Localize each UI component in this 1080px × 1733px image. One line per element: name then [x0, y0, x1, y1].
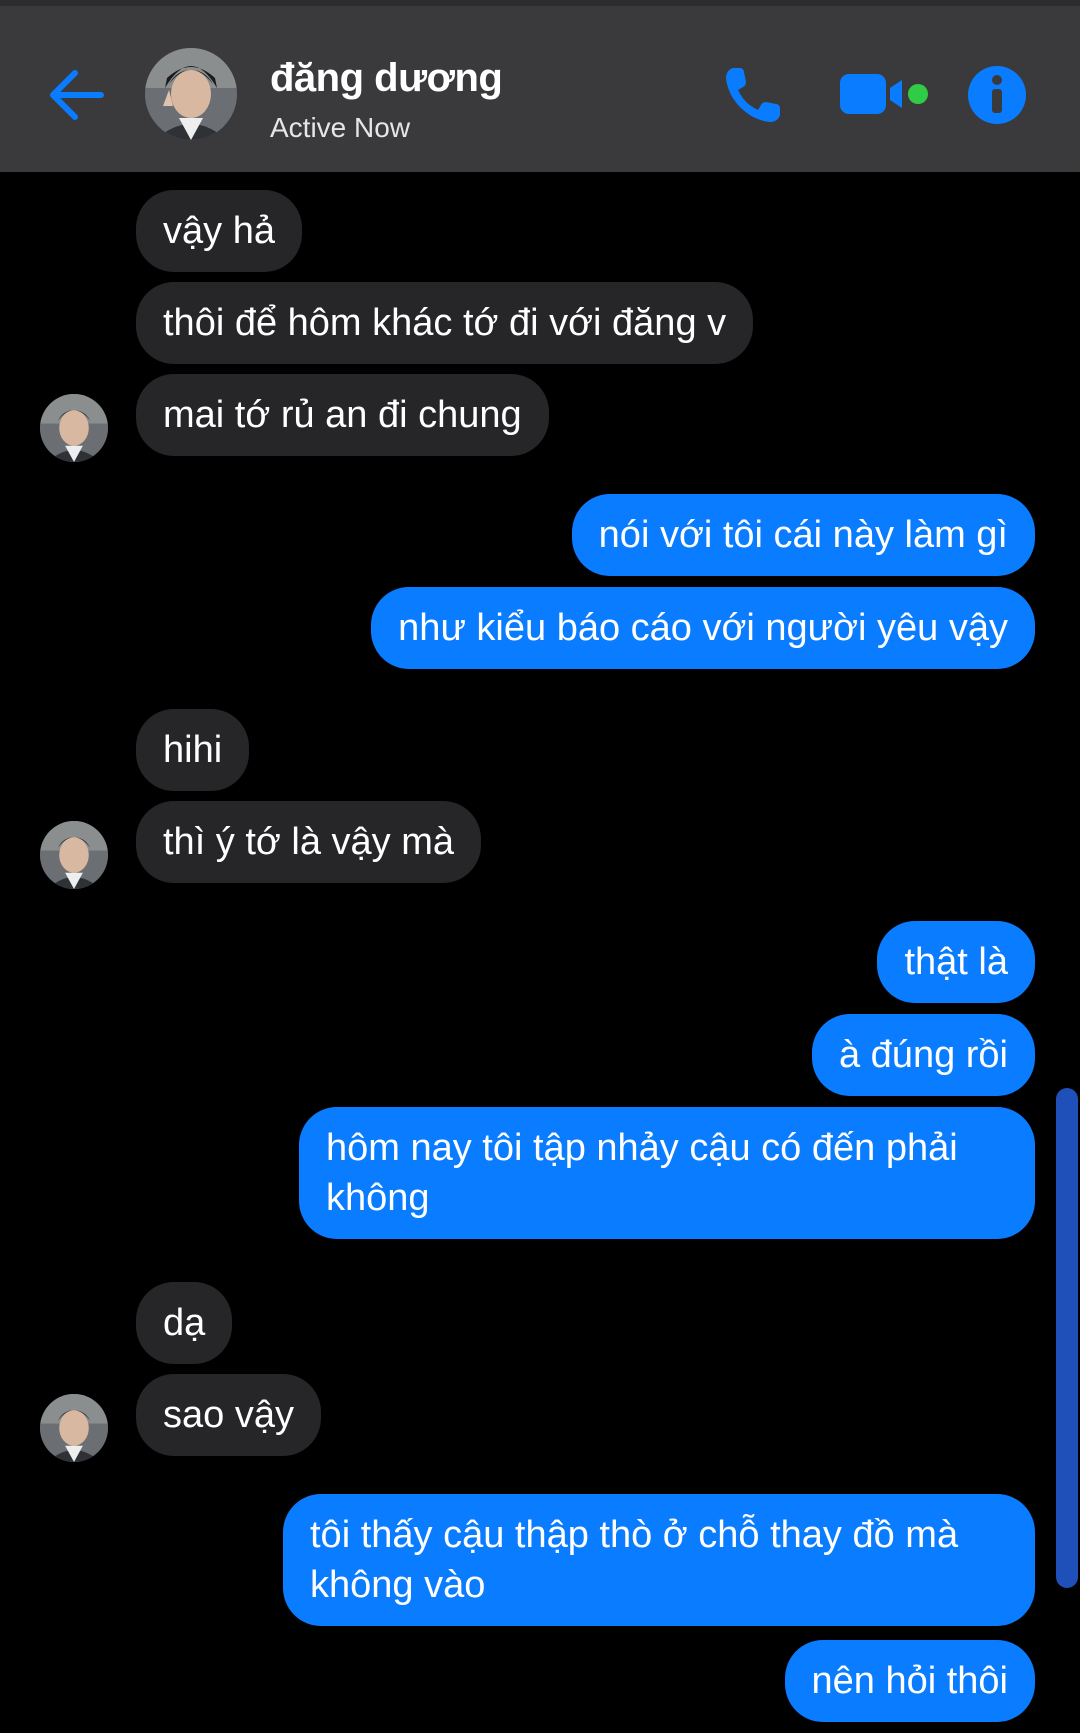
- avatar-image: [40, 821, 108, 889]
- video-camera-icon: [840, 74, 928, 114]
- message-bubble-outgoing[interactable]: nên hỏi thôi: [784, 1640, 1035, 1722]
- message-bubble-outgoing[interactable]: hôm nay tôi tập nhảy cậu có đến phải khô…: [299, 1107, 1035, 1239]
- chat-screen: đăng dương Active Now vậy hả thôi để hôm…: [0, 0, 1080, 1733]
- message-bubble-outgoing[interactable]: à đúng rồi: [811, 1014, 1035, 1096]
- contact-avatar[interactable]: [145, 48, 237, 140]
- message-bubble-incoming[interactable]: vậy hả: [136, 190, 302, 272]
- info-icon: [968, 66, 1026, 124]
- contact-avatar-small[interactable]: [40, 1394, 108, 1462]
- active-status: Active Now: [270, 112, 411, 143]
- video-call-button[interactable]: [836, 70, 932, 120]
- message-bubble-incoming[interactable]: dạ: [136, 1282, 233, 1364]
- info-button[interactable]: [966, 64, 1028, 126]
- contact-avatar-small[interactable]: [40, 394, 108, 462]
- audio-call-button[interactable]: [720, 62, 786, 128]
- message-bubble-incoming[interactable]: hihi: [136, 709, 250, 791]
- message-bubble-outgoing[interactable]: nói với tôi cái này làm gì: [571, 494, 1035, 576]
- message-bubble-incoming[interactable]: sao vậy: [136, 1374, 321, 1456]
- contact-name[interactable]: đăng dương: [270, 56, 503, 101]
- message-bubble-outgoing[interactable]: tôi thấy cậu thập thò ở chỗ thay đồ mà k…: [283, 1494, 1035, 1626]
- message-bubble-outgoing[interactable]: như kiểu báo cáo với người yêu vậy: [371, 587, 1035, 669]
- chat-header: đăng dương Active Now: [0, 0, 1080, 172]
- scrollbar[interactable]: [1056, 1088, 1078, 1588]
- arrow-left-icon: [50, 70, 104, 120]
- avatar-image: [145, 48, 237, 140]
- phone-icon: [726, 68, 780, 122]
- avatar-image: [40, 394, 108, 462]
- contact-avatar-small[interactable]: [40, 821, 108, 889]
- back-button[interactable]: [40, 60, 110, 130]
- message-bubble-incoming[interactable]: mai tớ rủ an đi chung: [136, 374, 549, 456]
- message-bubble-incoming[interactable]: thôi để hôm khác tớ đi với đăng v: [136, 282, 754, 364]
- message-bubble-incoming[interactable]: thì ý tớ là vậy mà: [136, 801, 482, 883]
- avatar-image: [40, 1394, 108, 1462]
- message-bubble-outgoing[interactable]: thật là: [877, 921, 1035, 1003]
